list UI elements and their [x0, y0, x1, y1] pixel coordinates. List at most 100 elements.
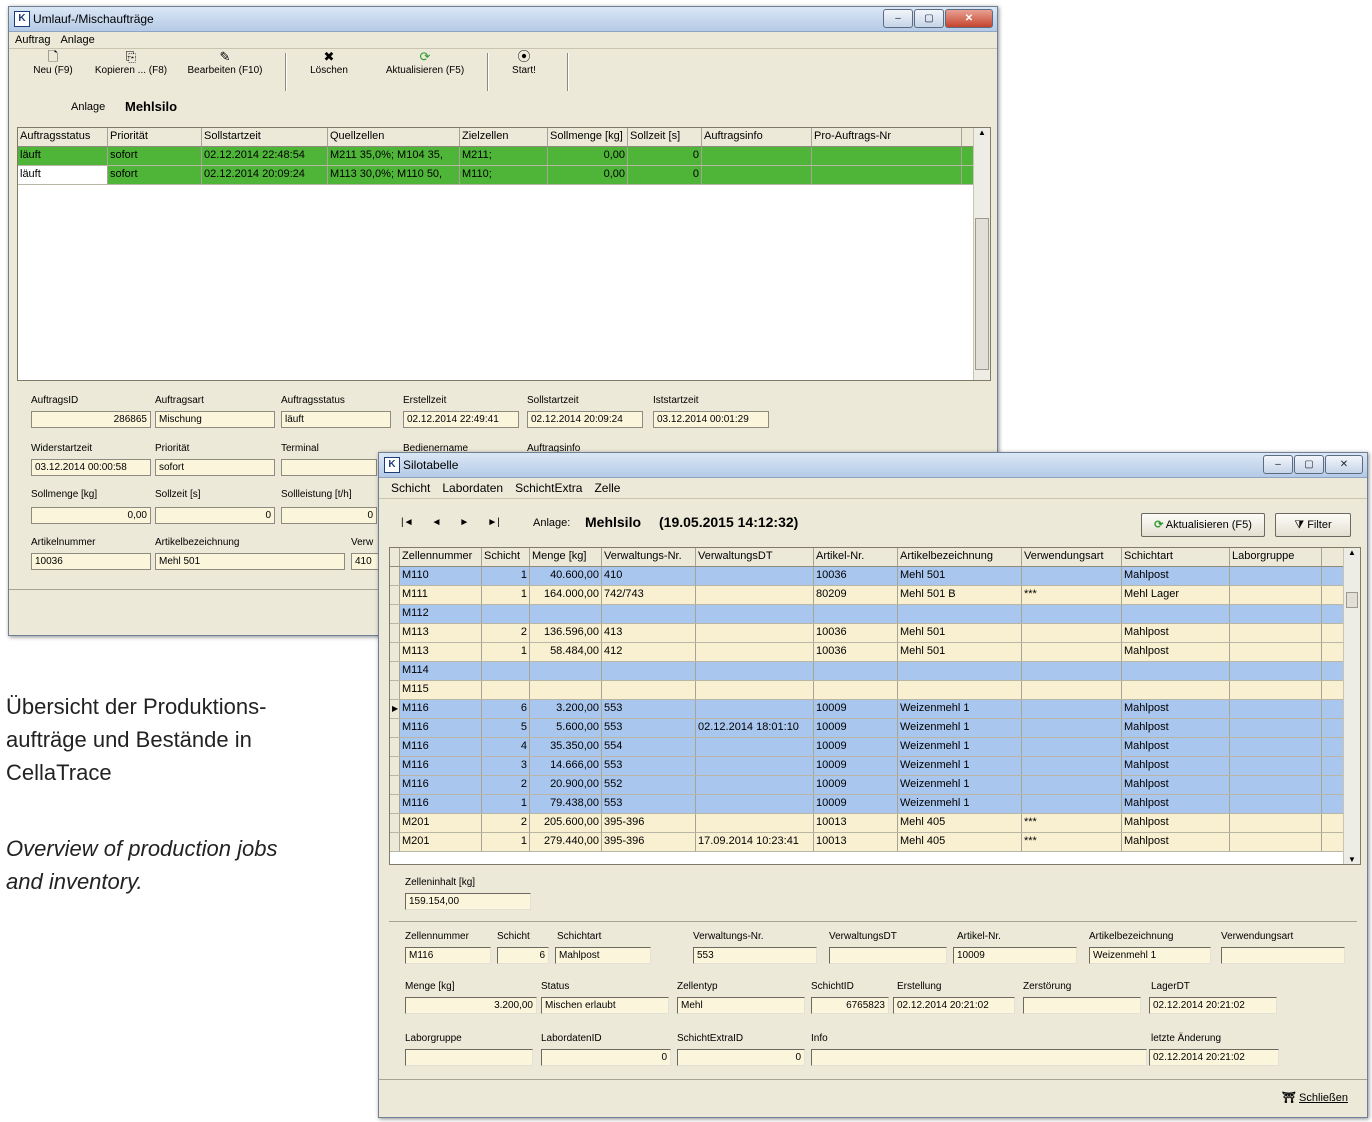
- table-cell[interactable]: [1022, 567, 1122, 585]
- verwaltungsnr-field[interactable]: 553: [693, 947, 817, 964]
- table-cell[interactable]: [1022, 795, 1122, 813]
- table-cell[interactable]: 79.438,00: [530, 795, 602, 813]
- artikelbezeichnung-field[interactable]: Mehl 501: [155, 553, 345, 570]
- orders-scrollbar[interactable]: ▲: [973, 128, 990, 380]
- table-row[interactable]: M201 1 279.440,00 395-396 17.09.2014 10:23:4…: [390, 833, 1360, 852]
- table-cell[interactable]: 10013: [814, 833, 898, 851]
- menu-schichtextra[interactable]: SchichtExtra: [515, 481, 582, 495]
- cell-sollmenge[interactable]: 0,00: [548, 166, 628, 184]
- table-cell[interactable]: [602, 681, 696, 699]
- next-record-icon[interactable]: ►: [459, 517, 469, 528]
- widerstartzeit-field[interactable]: 03.12.2014 00:00:58: [31, 459, 151, 476]
- previous-record-icon[interactable]: ◄: [432, 517, 442, 528]
- table-cell[interactable]: ***: [1022, 833, 1122, 851]
- labordatenid-field[interactable]: 0: [541, 1049, 671, 1066]
- col-sollzeit[interactable]: Sollzeit [s]: [628, 128, 702, 146]
- row-header[interactable]: [390, 586, 400, 604]
- table-cell[interactable]: [1122, 605, 1230, 623]
- table-cell[interactable]: Mahlpost: [1122, 814, 1230, 832]
- zerstoerung-field[interactable]: [1023, 997, 1141, 1014]
- menu-labordaten[interactable]: Labordaten: [442, 481, 503, 495]
- minimize-button[interactable]: –: [883, 9, 913, 28]
- table-cell[interactable]: M112: [400, 605, 482, 623]
- table-row[interactable]: läuft sofort 02.12.2014 20:09:24 M113 30…: [18, 166, 990, 185]
- scroll-up-arrow[interactable]: ▲: [1344, 548, 1360, 557]
- verwaltungsdt-field[interactable]: [829, 947, 947, 964]
- auftragsstatus-field[interactable]: läuft: [281, 411, 391, 428]
- table-cell[interactable]: 554: [602, 738, 696, 756]
- table-row[interactable]: M114: [390, 662, 1360, 681]
- row-header[interactable]: [390, 624, 400, 642]
- table-cell[interactable]: [1230, 586, 1322, 604]
- edit-button[interactable]: ✎ Bearbeiten (F10): [181, 49, 269, 76]
- cell-quellzellen[interactable]: M211 35,0%; M104 35,: [328, 147, 460, 165]
- table-cell[interactable]: [1230, 776, 1322, 794]
- table-cell[interactable]: [1022, 643, 1122, 661]
- table-cell[interactable]: [696, 662, 814, 680]
- table-cell[interactable]: [1230, 700, 1322, 718]
- verw-field[interactable]: 410: [351, 553, 381, 570]
- table-cell[interactable]: 553: [602, 795, 696, 813]
- col-zellennummer[interactable]: Zellennummer: [400, 548, 482, 566]
- table-cell[interactable]: Weizenmehl 1: [898, 757, 1022, 775]
- silo-titlebar[interactable]: K Silotabelle – ▢ ✕: [379, 453, 1367, 478]
- table-cell[interactable]: [1230, 719, 1322, 737]
- sollmenge-field[interactable]: 0,00: [31, 507, 151, 524]
- table-cell[interactable]: 10013: [814, 814, 898, 832]
- table-row[interactable]: M110 1 40.600,00 410 10036 Mehl 501 Mahlpost: [390, 567, 1360, 586]
- table-cell[interactable]: ***: [1022, 814, 1122, 832]
- current-row-indicator-icon[interactable]: ▶: [390, 700, 400, 718]
- col-laborgruppe[interactable]: Laborgruppe: [1230, 548, 1322, 566]
- row-header[interactable]: [390, 662, 400, 680]
- table-cell[interactable]: 40.600,00: [530, 567, 602, 585]
- sollstartzeit-field[interactable]: 02.12.2014 20:09:24: [527, 411, 643, 428]
- table-cell[interactable]: [1230, 681, 1322, 699]
- prioritaet-field[interactable]: sofort: [155, 459, 275, 476]
- row-header[interactable]: [390, 757, 400, 775]
- col-sollmenge[interactable]: Sollmenge [kg]: [548, 128, 628, 146]
- table-cell[interactable]: 412: [602, 643, 696, 661]
- cell-zielzellen[interactable]: M110;: [460, 166, 548, 184]
- erstellung-field[interactable]: 02.12.2014 20:21:02: [893, 997, 1015, 1014]
- table-cell[interactable]: [1230, 662, 1322, 680]
- table-row[interactable]: M116 2 20.900,00 552 10009 Weizenmehl 1 Mahlpo…: [390, 776, 1360, 795]
- cell-auftragsinfo[interactable]: [702, 147, 812, 165]
- table-cell[interactable]: [1230, 795, 1322, 813]
- cell-prioritaet[interactable]: sofort: [108, 147, 202, 165]
- table-cell[interactable]: [1230, 833, 1322, 851]
- menge-field[interactable]: 3.200,00: [405, 997, 537, 1014]
- scroll-thumb[interactable]: [975, 218, 989, 370]
- table-cell[interactable]: [696, 738, 814, 756]
- menu-anlage[interactable]: Anlage: [60, 34, 94, 46]
- col-sollstartzeit[interactable]: Sollstartzeit: [202, 128, 328, 146]
- cell-status[interactable]: läuft: [18, 147, 108, 165]
- table-cell[interactable]: [696, 567, 814, 585]
- col-verwaltungsdt[interactable]: VerwaltungsDT: [696, 548, 814, 566]
- table-cell[interactable]: 5: [482, 719, 530, 737]
- col-verwaltungs-nr[interactable]: Verwaltungs-Nr.: [602, 548, 696, 566]
- table-cell[interactable]: [898, 662, 1022, 680]
- table-cell[interactable]: 58.484,00: [530, 643, 602, 661]
- table-cell[interactable]: [1022, 719, 1122, 737]
- table-cell[interactable]: ***: [1022, 586, 1122, 604]
- table-cell[interactable]: M116: [400, 719, 482, 737]
- table-cell[interactable]: M113: [400, 624, 482, 642]
- table-cell[interactable]: Mehl 501: [898, 567, 1022, 585]
- table-cell[interactable]: [898, 605, 1022, 623]
- terminal-field[interactable]: [281, 459, 377, 476]
- table-cell[interactable]: 553: [602, 719, 696, 737]
- cell-sollstartzeit[interactable]: 02.12.2014 22:48:54: [202, 147, 328, 165]
- table-cell[interactable]: [814, 605, 898, 623]
- cell-status[interactable]: läuft: [18, 166, 108, 184]
- row-header[interactable]: [390, 719, 400, 737]
- table-cell[interactable]: M113: [400, 643, 482, 661]
- table-cell[interactable]: Mahlpost: [1122, 700, 1230, 718]
- auftragsart-field[interactable]: Mischung: [155, 411, 275, 428]
- table-cell[interactable]: 1: [482, 567, 530, 585]
- table-cell[interactable]: [1022, 776, 1122, 794]
- cell-sollstartzeit[interactable]: 02.12.2014 20:09:24: [202, 166, 328, 184]
- scroll-thumb[interactable]: [1346, 592, 1358, 608]
- table-cell[interactable]: [696, 605, 814, 623]
- table-cell[interactable]: M201: [400, 814, 482, 832]
- table-cell[interactable]: 10009: [814, 795, 898, 813]
